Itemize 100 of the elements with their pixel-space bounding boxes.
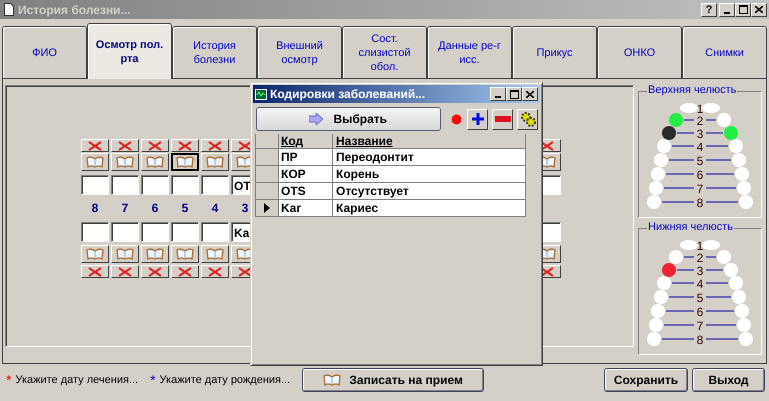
tooth-number: 7 xyxy=(120,200,130,217)
tooth-number: 3 xyxy=(240,200,250,217)
cross-icon xyxy=(88,140,102,150)
hint-text: Укажите дату рождения... xyxy=(160,374,290,386)
appointment-button[interactable]: Записать на прием xyxy=(302,368,484,392)
document-icon xyxy=(4,3,14,16)
tab[interactable]: Внешний осмотр xyxy=(257,26,342,78)
tooth-label: 6 xyxy=(696,168,704,182)
tab[interactable]: Осмотр пол. рта xyxy=(87,23,172,79)
settings-button[interactable] xyxy=(517,108,538,130)
tooth-label: 4 xyxy=(696,277,704,291)
tab[interactable]: История болезни xyxy=(172,26,257,78)
input-field[interactable] xyxy=(81,222,109,242)
exit-button[interactable]: Выход xyxy=(692,368,765,392)
minus-icon xyxy=(494,116,511,122)
table-cell: Переодонтит xyxy=(333,149,526,165)
delete-button[interactable] xyxy=(171,265,199,278)
tooth-mark[interactable] xyxy=(662,126,676,140)
minimize-button[interactable] xyxy=(719,2,735,16)
cross-icon xyxy=(208,140,222,150)
delete-button[interactable] xyxy=(201,265,229,278)
input-field[interactable] xyxy=(111,175,139,195)
cross-icon xyxy=(178,266,192,276)
input-field[interactable] xyxy=(171,175,199,195)
gears-icon xyxy=(520,111,536,127)
tab[interactable]: ФИО xyxy=(2,26,87,78)
tooth-label: 1 xyxy=(696,102,704,116)
input-field[interactable] xyxy=(201,222,229,242)
tab[interactable]: Сост. слизистой обол. xyxy=(342,26,427,78)
select-button[interactable]: Выбрать xyxy=(256,107,441,131)
tooth-label: 7 xyxy=(696,182,704,196)
maximize-button[interactable] xyxy=(506,87,522,101)
input-field[interactable] xyxy=(141,175,169,195)
current-row-icon xyxy=(264,203,270,213)
table-row[interactable]: Kar Кариес xyxy=(256,200,526,217)
help-button[interactable]: ? xyxy=(701,2,717,16)
dialog-title: Кодировки заболеваний... xyxy=(270,87,426,101)
table-row[interactable]: КОР Корень xyxy=(256,166,526,183)
tab[interactable]: Прикус xyxy=(512,26,597,78)
delete-button[interactable] xyxy=(141,139,169,152)
cross-icon xyxy=(88,266,102,276)
group-title: Нижняя челюсть xyxy=(647,221,734,233)
tooth-number: 8 xyxy=(90,200,100,217)
save-button[interactable]: Сохранить xyxy=(604,368,688,392)
book-icon xyxy=(116,248,134,260)
column-header[interactable]: Код xyxy=(279,134,333,148)
maximize-button[interactable] xyxy=(735,2,751,16)
tooth-label: 5 xyxy=(696,291,704,305)
record-icon xyxy=(450,114,462,124)
input-field[interactable] xyxy=(111,222,139,242)
add-button[interactable] xyxy=(467,108,488,130)
required-mark: * xyxy=(150,372,156,388)
table-row[interactable]: ПР Переодонтит xyxy=(256,149,526,166)
required-mark: * xyxy=(6,372,12,388)
cross-icon xyxy=(208,266,222,276)
delete-button[interactable] xyxy=(111,265,139,278)
tooth-label: 1 xyxy=(696,239,704,253)
input-field[interactable] xyxy=(81,175,109,195)
close-icon xyxy=(526,90,534,98)
column-header[interactable]: Название xyxy=(333,134,526,148)
tab[interactable]: ОНКО xyxy=(597,26,682,78)
tooth-label: 7 xyxy=(696,319,704,333)
cross-icon xyxy=(148,140,162,150)
cross-icon xyxy=(148,266,162,276)
delete-button[interactable] xyxy=(141,265,169,278)
book-button[interactable] xyxy=(171,153,199,171)
arrow-icon xyxy=(309,113,324,125)
book-icon xyxy=(116,156,134,168)
table-cell: КОР xyxy=(279,166,333,182)
delete-button[interactable] xyxy=(201,139,229,152)
book-icon xyxy=(176,248,194,260)
book-icon xyxy=(146,248,164,260)
cross-icon xyxy=(118,266,132,276)
close-button[interactable] xyxy=(522,87,538,101)
book-icon xyxy=(176,156,194,168)
table-cell: OTS xyxy=(279,183,333,199)
cross-icon xyxy=(238,266,252,276)
close-button[interactable] xyxy=(751,2,767,16)
tooth-label: 6 xyxy=(696,305,704,319)
input-field[interactable] xyxy=(201,175,229,195)
book-icon xyxy=(206,156,224,168)
minimize-button[interactable] xyxy=(490,87,506,101)
table-row[interactable]: OTS Отсутствует xyxy=(256,183,526,200)
cross-icon xyxy=(238,140,252,150)
input-field[interactable] xyxy=(171,222,199,242)
close-icon xyxy=(755,6,763,13)
table-cell: Отсутствует xyxy=(333,183,526,199)
delete-button[interactable] xyxy=(81,265,109,278)
delete-button[interactable] xyxy=(81,139,109,152)
delete-button[interactable] xyxy=(111,139,139,152)
book-icon xyxy=(86,156,104,168)
book-icon xyxy=(206,248,224,260)
input-field[interactable] xyxy=(141,222,169,242)
book-icon xyxy=(86,248,104,260)
tab[interactable]: Данные ре-г исс. xyxy=(427,26,512,78)
delete-button[interactable] xyxy=(171,139,199,152)
tooth-label: 2 xyxy=(696,114,704,128)
remove-button[interactable] xyxy=(492,108,514,130)
tab[interactable]: Снимки xyxy=(682,26,767,78)
cross-icon xyxy=(178,140,192,150)
